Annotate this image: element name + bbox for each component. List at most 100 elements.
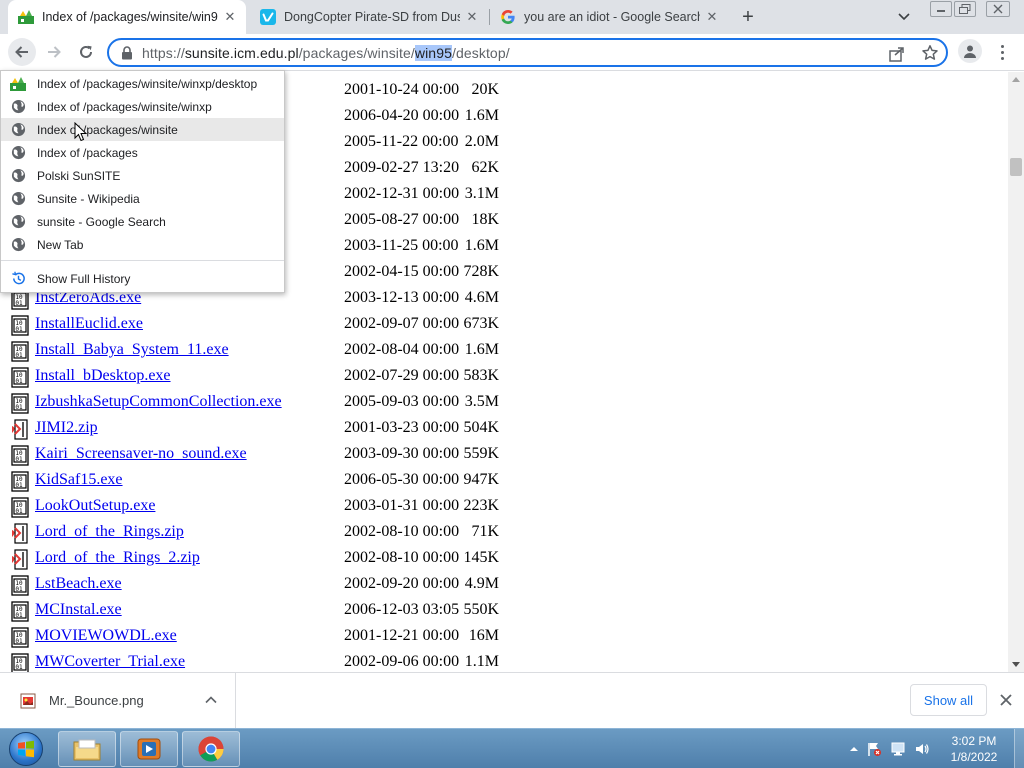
show-all-button[interactable]: Show all xyxy=(910,684,987,716)
file-size: 62K xyxy=(471,159,499,176)
url-text[interactable]: https://sunsite.icm.edu.pl/packages/wins… xyxy=(142,45,510,61)
tab-winsite[interactable]: Index of /packages/winsite/win95 ✕ xyxy=(8,0,246,34)
file-link[interactable]: MOVIEWOWDL.exe xyxy=(35,627,177,645)
bookmark-star-icon[interactable] xyxy=(921,44,939,62)
file-date: 2003-12-13 00:00 xyxy=(344,289,460,306)
close-icon[interactable] xyxy=(998,692,1014,708)
close-tab-icon[interactable]: ✕ xyxy=(704,9,720,25)
file-link[interactable]: LookOutSetup.exe xyxy=(35,497,155,515)
history-item[interactable]: New Tab xyxy=(1,233,284,256)
vertical-scrollbar[interactable] xyxy=(1008,72,1024,672)
close-tab-icon[interactable]: ✕ xyxy=(464,9,480,25)
file-link[interactable]: Lord_of_the_Rings.zip xyxy=(35,523,184,541)
scroll-up-arrow-icon[interactable] xyxy=(1012,77,1020,82)
history-item[interactable]: Polski SunSITE xyxy=(1,164,284,187)
back-button[interactable] xyxy=(8,38,36,66)
media-player-icon[interactable] xyxy=(120,731,178,767)
file-date: 2002-09-06 00:00 xyxy=(344,653,460,670)
new-tab-button[interactable]: + xyxy=(736,5,760,29)
system-clock[interactable]: 3:02 PM 1/8/2022 xyxy=(938,733,1010,765)
svg-text:01: 01 xyxy=(15,404,23,411)
forward-button[interactable] xyxy=(40,38,68,66)
binary-file-icon[interactable]: 1001 xyxy=(11,315,29,336)
zip-file-icon[interactable] xyxy=(11,523,29,544)
file-date: 2001-03-23 00:00 xyxy=(344,419,460,436)
history-item-label: New Tab xyxy=(37,237,84,252)
file-link[interactable]: Install_Babya_System_11.exe xyxy=(35,341,229,359)
file-date: 2002-09-07 00:00 xyxy=(344,315,460,332)
zip-file-icon[interactable] xyxy=(11,419,29,440)
lock-icon[interactable] xyxy=(121,46,135,60)
file-size: 1.6M xyxy=(464,341,499,358)
restore-button[interactable] xyxy=(954,1,976,17)
reload-button[interactable] xyxy=(72,38,100,66)
history-item[interactable]: Index of /packages/winsite xyxy=(1,118,284,141)
binary-file-icon[interactable]: 1001 xyxy=(11,627,29,648)
file-link[interactable]: Kairi_Screensaver-no_sound.exe xyxy=(35,445,247,463)
volume-icon[interactable] xyxy=(914,741,930,757)
svg-text:01: 01 xyxy=(15,508,23,515)
file-link[interactable]: Install_bDesktop.exe xyxy=(35,367,171,385)
history-item[interactable]: Index of /packages/winsite/winxp/desktop xyxy=(1,72,284,95)
binary-file-icon[interactable]: 1001 xyxy=(11,445,29,466)
clock-time: 3:02 PM xyxy=(951,734,997,748)
history-item-label: sunsite - Google Search xyxy=(37,214,166,229)
binary-file-icon[interactable]: 1001 xyxy=(11,393,29,414)
history-item[interactable]: Index of /packages xyxy=(1,141,284,164)
file-link[interactable]: InstallEuclid.exe xyxy=(35,315,143,333)
minimize-button[interactable] xyxy=(930,1,952,17)
url-host: sunsite.icm.edu.pl xyxy=(184,45,299,61)
file-explorer-icon[interactable] xyxy=(58,731,116,767)
file-link[interactable]: MCInstal.exe xyxy=(35,601,122,619)
history-item[interactable]: sunsite - Google Search xyxy=(1,210,284,233)
file-size: 583K xyxy=(463,367,499,384)
table-row: 10 01 Install_Babya_System_11.exe 2002-08-0… xyxy=(0,338,560,364)
file-link[interactable]: IzbushkaSetupCommonCollection.exe xyxy=(35,393,282,411)
history-item[interactable]: Sunsite - Wikipedia xyxy=(1,187,284,210)
chevron-down-icon[interactable] xyxy=(894,7,914,27)
share-icon[interactable] xyxy=(888,45,906,63)
binary-file-icon[interactable]: 1001 xyxy=(11,653,29,672)
chevron-up-icon[interactable] xyxy=(204,693,218,707)
binary-file-icon[interactable]: 1001 xyxy=(11,367,29,388)
binary-file-icon[interactable]: 1001 xyxy=(11,497,29,518)
more-menu-icon[interactable] xyxy=(992,39,1012,65)
file-link[interactable]: KidSaf15.exe xyxy=(35,471,123,489)
file-size: 504K xyxy=(463,419,499,436)
chrome-icon[interactable] xyxy=(182,731,240,767)
action-center-flag-icon[interactable] xyxy=(866,741,882,757)
scrollbar-thumb[interactable] xyxy=(1010,158,1022,176)
show-desktop-button[interactable] xyxy=(1014,729,1024,768)
profile-avatar-icon[interactable] xyxy=(958,39,982,63)
binary-file-icon[interactable]: 1001 xyxy=(11,575,29,596)
file-link[interactable]: Lord_of_the_Rings_2.zip xyxy=(35,549,200,567)
scroll-down-arrow-icon[interactable] xyxy=(1012,662,1020,667)
tab-dongcopter[interactable]: DongCopter Pirate-SD from Dusi ✕ xyxy=(250,0,488,34)
binary-file-icon[interactable]: 1001 xyxy=(11,601,29,622)
binary-file-icon[interactable]: 1001 xyxy=(11,471,29,492)
table-row: 10 01 KidSaf15.exe 2006-05-30 00:00 947K xyxy=(0,468,560,494)
table-row: 10 01 Install_bDesktop.exe 2002-07-29 00:00… xyxy=(0,364,560,390)
file-link[interactable]: JIMI2.zip xyxy=(35,419,98,437)
file-link[interactable]: LstBeach.exe xyxy=(35,575,122,593)
start-button[interactable] xyxy=(6,731,46,767)
file-link[interactable]: MWCoverter_Trial.exe xyxy=(35,653,185,671)
svg-text:01: 01 xyxy=(15,378,23,385)
show-full-history-item[interactable]: Show Full History xyxy=(1,267,284,290)
tab-google-search[interactable]: you are an idiot - Google Search ✕ xyxy=(490,0,728,34)
binary-file-icon[interactable]: 1001 xyxy=(11,341,29,362)
file-size: 947K xyxy=(463,471,499,488)
address-bar[interactable]: https://sunsite.icm.edu.pl/packages/wins… xyxy=(107,38,948,67)
close-window-button[interactable] xyxy=(986,1,1010,17)
zip-file-icon[interactable] xyxy=(11,549,29,570)
file-date: 2002-08-10 00:00 xyxy=(344,523,460,540)
svg-text:01: 01 xyxy=(15,586,23,593)
download-item[interactable]: Mr._Bounce.png xyxy=(0,673,236,729)
file-size: 1.1M xyxy=(464,653,499,670)
history-item[interactable]: Index of /packages/winsite/winxp xyxy=(1,95,284,118)
file-date: 2005-08-27 00:00 xyxy=(344,211,460,228)
network-icon[interactable] xyxy=(890,741,906,757)
table-row: 10 01 IzbushkaSetupCommonCollection.exe 200… xyxy=(0,390,560,416)
close-tab-icon[interactable]: ✕ xyxy=(222,9,238,25)
show-hidden-icons-icon[interactable] xyxy=(846,741,862,757)
